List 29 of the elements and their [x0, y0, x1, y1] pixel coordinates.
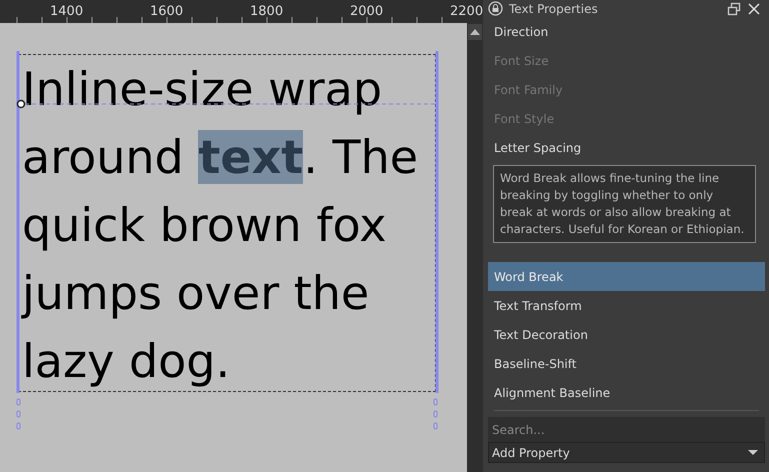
text-line: lazy dog. — [21, 333, 232, 390]
ruler-label: 1800 — [250, 3, 284, 21]
float-icon[interactable] — [727, 2, 741, 16]
text-frame[interactable]: Inline-size wrap around text. The quick brown fox jumps over the lazy dog. — [18, 54, 436, 392]
search-field[interactable]: Search... — [488, 417, 765, 442]
caret-icon — [748, 450, 758, 456]
property-item[interactable]: Alignment Baseline — [488, 378, 765, 407]
ruler-label: 2200 — [450, 3, 484, 21]
text-line: around text. The — [21, 129, 420, 186]
canvas[interactable]: Inline-size wrap around text. The quick brown fox jumps over the lazy dog. — [0, 23, 467, 472]
ruler-label: 2000 — [350, 3, 384, 21]
property-item[interactable]: Direction — [488, 17, 765, 46]
panel-title: Text Properties — [509, 0, 599, 18]
scroll-up-button[interactable] — [468, 24, 482, 40]
text-line: Inline-size wrap — [21, 61, 384, 118]
text-line: quick brown fox — [21, 197, 388, 254]
property-item[interactable]: Baseline-Shift — [488, 349, 765, 378]
ruler-label: 1600 — [150, 3, 184, 21]
property-item[interactable]: Letter Spacing — [488, 133, 765, 162]
tooltip: Word Break allows fine-tuning the line breaking by toggling whether to only break at words or also allow breaking at characters. Useful for Korean or Ethiopian. — [493, 165, 756, 243]
property-item[interactable]: Word Break — [488, 262, 765, 291]
up-arrow-icon — [470, 29, 480, 35]
property-item[interactable]: Text Decoration — [488, 320, 765, 349]
add-property-dropdown[interactable]: Add Property — [488, 442, 765, 463]
lock-icon[interactable] — [488, 1, 503, 16]
ruler-label: 1400 — [50, 3, 84, 21]
property-item[interactable]: Text Transform — [488, 291, 765, 320]
text-line: jumps over the — [20, 265, 370, 322]
close-icon[interactable] — [747, 2, 761, 16]
